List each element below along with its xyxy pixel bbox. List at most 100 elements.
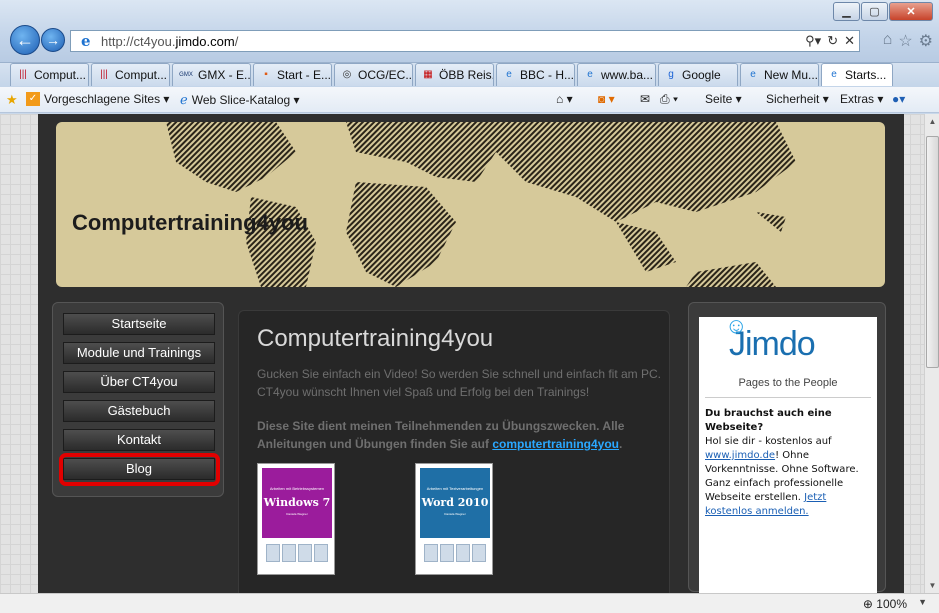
tab-2[interactable]: ||| Comput...: [91, 63, 170, 86]
web-slice-gallery[interactable]: ℯ Web Slice-Katalog ▾: [180, 92, 300, 108]
nav-gästebuch[interactable]: Gästebuch: [63, 400, 215, 422]
home-icon: ⌂: [556, 92, 564, 106]
title-bar: ▁ ▢ ✕ ← → e http://ct4you.jimdo.com/ ⚲▾ …: [0, 0, 939, 63]
back-button[interactable]: ←: [10, 25, 40, 55]
obb-icon: ▦: [423, 69, 433, 80]
ie-icon: e: [831, 69, 837, 80]
feeds-menu[interactable]: ◙ ▾: [598, 92, 615, 106]
printer-icon: ⎙: [660, 92, 670, 106]
book-thumbnails: [266, 544, 328, 562]
site-page: Computertraining4you Startseite Module un…: [38, 114, 904, 593]
favorites-star-icon[interactable]: ☆: [898, 31, 912, 51]
close-button[interactable]: ✕: [889, 2, 933, 21]
scrollbar-thumb[interactable]: [926, 136, 939, 368]
bars-icon: |||: [100, 69, 108, 80]
stop-icon[interactable]: ✕: [844, 33, 855, 49]
zoom-level[interactable]: ⊕ 100%: [863, 597, 907, 611]
ie-icon: e: [506, 69, 512, 80]
safety-menu[interactable]: Sicherheit ▾: [766, 92, 829, 106]
page-menu[interactable]: Seite ▾: [705, 92, 742, 106]
favorites-star-icon: ★: [6, 92, 18, 107]
scroll-up-icon[interactable]: ▲: [925, 114, 939, 129]
rss-icon: ◙: [598, 92, 606, 106]
book-word2010[interactable]: Arbeiten mit Textverarbeitungen Word 201…: [415, 463, 493, 575]
sidebar: ☺ Jimdo Pages to the People Du brauchst a…: [688, 302, 886, 593]
site-title: Computertraining4you: [72, 210, 308, 235]
refresh-icon[interactable]: ↻: [827, 33, 838, 49]
blog-highlight: [59, 453, 220, 486]
nav-über-ct4you[interactable]: Über CT4you: [63, 371, 215, 393]
suggested-sites[interactable]: ✓ Vorgeschlagene Sites ▾: [26, 92, 169, 106]
url-text[interactable]: http://ct4you.jimdo.com/: [101, 34, 238, 49]
help-menu[interactable]: ●▾: [892, 92, 905, 106]
tab-5[interactable]: ◎ OCG/EC...: [334, 63, 413, 86]
gmx-icon: GMX: [179, 72, 193, 78]
print-menu[interactable]: ⎙ ▾: [660, 92, 678, 107]
page-heading: Computertraining4you: [257, 325, 494, 352]
tab-9[interactable]: g Google: [658, 63, 738, 86]
book-cover: Arbeiten mit Textverarbeitungen Word 201…: [420, 468, 490, 538]
tab-6[interactable]: ▦ÖBB Reis...: [415, 63, 494, 86]
ad-heading: Du brauchst auch eine Webseite?: [705, 408, 832, 433]
favorites-button[interactable]: ★: [6, 92, 22, 108]
favorites-bar: ★ ✓ Vorgeschlagene Sites ▾ ℯ Web Slice-Kat…: [0, 87, 939, 113]
close-tab-icon[interactable]: ✕: [892, 68, 893, 82]
forward-button[interactable]: →: [41, 28, 65, 52]
tab-3[interactable]: GMX GMX - E...: [172, 63, 251, 86]
window-controls: ▁ ▢ ✕: [832, 2, 933, 21]
world-map-icon: [166, 122, 796, 287]
vertical-scrollbar[interactable]: ▲ ▼: [924, 114, 939, 593]
jimdo-smile-icon: ☺: [725, 313, 747, 338]
mail-button[interactable]: ✉: [640, 92, 650, 106]
top-icons: ⌂ ☆ ⚙: [883, 31, 933, 51]
maximize-button[interactable]: ▢: [861, 2, 888, 21]
nav-startseite[interactable]: Startseite: [63, 313, 215, 335]
notice-text: Diese Site dient meinen Teilnehmenden zu…: [257, 419, 625, 451]
web-slice-icon: ℯ: [180, 92, 188, 107]
jimdo-logo[interactable]: ☺ Jimdo: [725, 313, 816, 364]
google-icon: g: [668, 69, 674, 80]
gear-icon[interactable]: ⚙: [919, 31, 933, 51]
book-thumbnails: [424, 544, 486, 562]
extras-menu[interactable]: Extras ▾: [840, 92, 883, 106]
tab-7[interactable]: e BBC - H...: [496, 63, 575, 86]
book-cover: Arbeiten mit Betriebssystemen Windows 7 …: [262, 468, 332, 538]
tab-4[interactable]: ▪ Start - E...: [253, 63, 332, 86]
jimdo-ad-text: Du brauchst auch eine Webseite? Hol sie …: [705, 407, 873, 519]
intro-text: Gucken Sie einfach ein Video! So werden …: [257, 367, 662, 399]
address-bar[interactable]: e http://ct4you.jimdo.com/ ⚲▾ ↻ ✕: [70, 30, 860, 52]
status-bar: ⊕ 100% ▼: [0, 593, 939, 613]
scroll-down-icon[interactable]: ▼: [925, 578, 939, 593]
tab-10[interactable]: e New Mu...: [740, 63, 819, 86]
forward-arrow-icon: →: [46, 32, 60, 48]
ie-page-icon: e: [81, 32, 91, 50]
jimdo-tagline: Pages to the People: [738, 377, 838, 389]
back-arrow-icon: ←: [16, 29, 34, 50]
main-content: Computertraining4you Gucken Sie einfach …: [238, 310, 670, 593]
help-icon: ●: [892, 92, 900, 106]
page-viewport: Computertraining4you Startseite Module un…: [0, 114, 924, 593]
tab-1[interactable]: ||| Comput...: [10, 63, 89, 86]
book-windows7[interactable]: Arbeiten mit Betriebssystemen Windows 7 …: [257, 463, 335, 575]
divider: [705, 397, 871, 398]
ie-icon: e: [587, 69, 593, 80]
computertraining4you-link[interactable]: computertraining4you: [492, 437, 619, 451]
jimdo-de-link[interactable]: www.jimdo.de: [705, 450, 775, 461]
ie-icon: e: [750, 69, 756, 80]
home-menu[interactable]: ⌂ ▾: [556, 92, 573, 106]
tab-8[interactable]: e www.ba...: [577, 63, 656, 86]
site-navigation: Startseite Module und Trainings Über CT4yo…: [52, 302, 224, 497]
nav-kontakt[interactable]: Kontakt: [63, 429, 215, 451]
tab-bar: ||| Comput... ||| Comput... GMX GMX - E... ▪ St…: [0, 63, 939, 87]
search-icon[interactable]: ⚲▾: [805, 33, 821, 49]
zoom-dropdown-icon[interactable]: ▼: [918, 597, 927, 607]
bars-icon: |||: [19, 69, 27, 80]
jimdo-ad[interactable]: ☺ Jimdo Pages to the People Du brauchst a…: [699, 313, 877, 593]
nav-module-und-trainings[interactable]: Module und Trainings: [63, 342, 215, 364]
minimize-button[interactable]: ▁: [833, 2, 860, 21]
zoom-icon: ⊕: [862, 597, 873, 611]
home-icon[interactable]: ⌂: [883, 31, 893, 51]
address-tools: ⚲▾ ↻ ✕: [805, 33, 855, 49]
tab-11[interactable]: eStarts...✕: [821, 63, 893, 86]
site-header: Computertraining4you: [56, 122, 885, 287]
